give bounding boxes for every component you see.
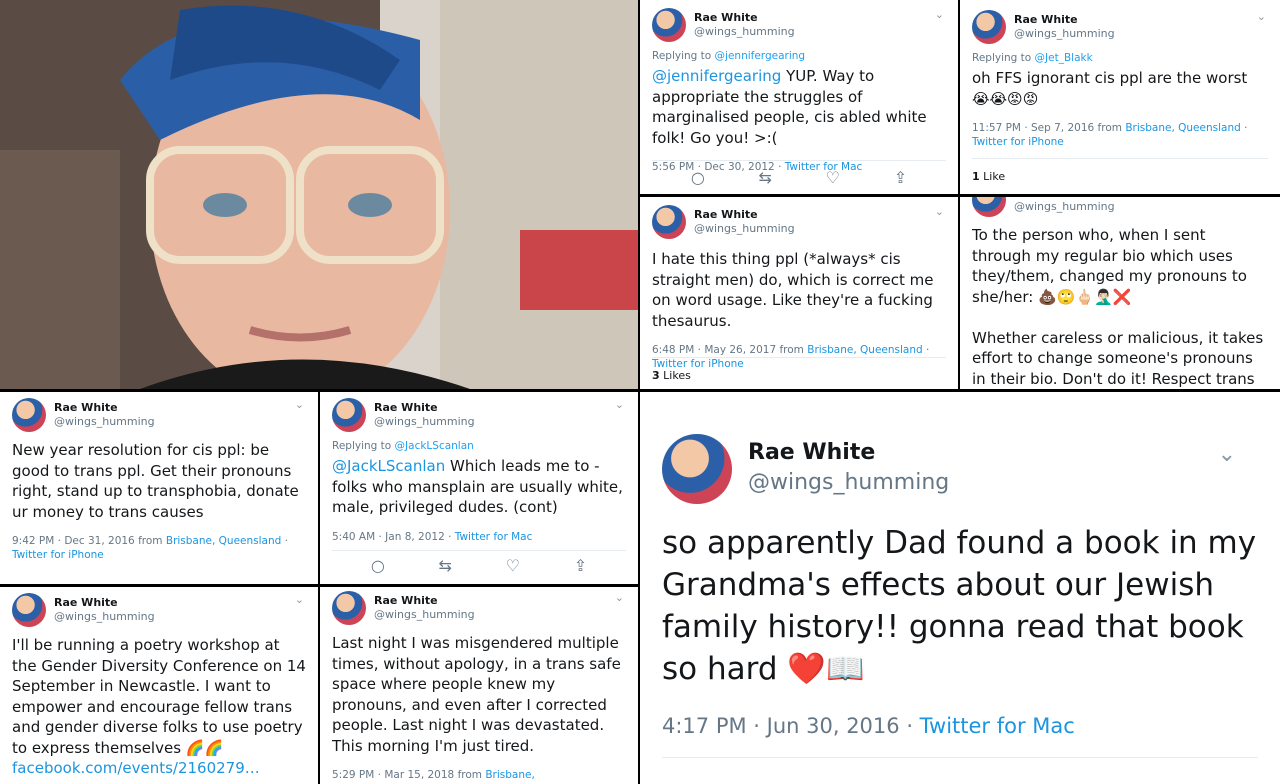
chevron-down-icon[interactable]: ⌄ [295, 593, 304, 606]
like-count[interactable]: 3 Likes [652, 369, 691, 382]
chevron-down-icon[interactable]: ⌄ [935, 8, 944, 21]
user-name[interactable]: Rae White [694, 208, 795, 222]
avatar[interactable] [652, 205, 686, 239]
mention-link[interactable]: @JackLScanlan [332, 457, 445, 475]
tweet-meta: 5:40 AM · Jan 8, 2012 · Twitter for Mac [332, 530, 533, 543]
heart-icon[interactable]: ♡ [826, 168, 840, 187]
chevron-down-icon[interactable]: ⌄ [1218, 442, 1236, 467]
reply-context: Replying to @Jet_Blakk [972, 52, 1093, 64]
avatar[interactable] [662, 434, 732, 504]
tweet-text: New year resolution for cis ppl: be good… [12, 441, 304, 521]
tweet-card-5: Rae White @wings_humming ⌄ New year reso… [0, 392, 318, 584]
tweet-text: I hate this thing ppl (*always* cis stra… [652, 250, 939, 330]
avatar[interactable] [972, 10, 1006, 44]
divider [652, 357, 946, 358]
selfie-image [0, 0, 638, 389]
client-link[interactable]: Twitter for Mac [920, 714, 1075, 738]
retweet-icon[interactable]: ⇆ [759, 168, 772, 187]
user-name[interactable]: Rae White [694, 11, 795, 25]
profile-photo [0, 0, 638, 389]
chevron-down-icon[interactable]: ⌄ [1257, 10, 1266, 23]
user-handle[interactable]: @wings_humming [1014, 27, 1115, 41]
divider [332, 550, 626, 551]
reply-context: Replying to @jennifergearing [652, 50, 806, 62]
like-count[interactable]: 1 Like [972, 170, 1005, 183]
event-link[interactable]: facebook.com/events/2160279… [12, 759, 260, 777]
divider [652, 160, 946, 161]
reply-context: Replying to @JackLScanlan [332, 440, 474, 452]
reply-to-link[interactable]: @jennifergearing [715, 50, 806, 62]
tweet-meta: 5:29 PM · Mar 15, 2018 from Brisbane, [332, 769, 535, 781]
tweet-card-featured: Rae White @wings_humming ⌄ so apparently… [640, 392, 1280, 784]
avatar[interactable] [652, 8, 686, 42]
tweet-card-4: Rae White @wings_humming ⌄ To the person… [960, 197, 1280, 389]
avatar[interactable] [12, 593, 46, 627]
user-name[interactable]: Rae White [748, 438, 949, 468]
share-icon[interactable]: ⇪ [894, 168, 907, 187]
tweet-text: I'll be running a poetry workshop at the… [12, 636, 311, 777]
tweet-meta: 9:42 PM · Dec 31, 2016 from Brisbane, Qu… [12, 535, 288, 561]
user-handle[interactable]: @wings_humming [374, 415, 475, 429]
tweet-meta: 4:17 PM · Jun 30, 2016 · Twitter for Mac [662, 714, 1075, 738]
avatar[interactable] [332, 591, 366, 625]
location-link[interactable]: Brisbane, Queensland [166, 535, 281, 547]
avatar[interactable] [332, 398, 366, 432]
reply-to-link[interactable]: @Jet_Blakk [1035, 52, 1093, 64]
chevron-down-icon[interactable]: ⌄ [935, 205, 944, 218]
chevron-down-icon[interactable]: ⌄ [615, 591, 624, 604]
user-handle[interactable]: @wings_humming [374, 608, 475, 622]
user-handle[interactable]: @wings_humming [694, 222, 795, 236]
user-name[interactable]: Rae White [54, 596, 155, 610]
user-name[interactable]: Rae White [374, 401, 475, 415]
location-link[interactable]: Brisbane, [485, 769, 534, 781]
tweet-text: To the person who, when I sent through m… [972, 226, 1264, 388]
tweet-text: oh FFS ignorant cis ppl are the worst 😭😭… [972, 69, 1253, 108]
tweet-text: @jennifergearing YUP. Way to appropriate… [652, 67, 932, 147]
tweet-text: Last night I was misgendered multiple ti… [332, 634, 626, 755]
user-handle[interactable]: @wings_humming [694, 25, 795, 39]
reply-icon[interactable]: ○ [371, 556, 385, 575]
user-handle[interactable]: @wings_humming [1014, 200, 1115, 214]
tweet-card-8: Rae White @wings_humming ⌄ Last night I … [320, 587, 638, 784]
tweet-text: @JackLScanlan Which leads me to - folks … [332, 457, 628, 516]
divider [972, 158, 1268, 159]
tweet-card-1: Rae White @wings_humming ⌄ Replying to @… [640, 0, 958, 194]
user-name[interactable]: Rae White [54, 401, 155, 415]
client-link[interactable]: Twitter for iPhone [972, 136, 1064, 148]
user-name[interactable]: Rae White [374, 594, 475, 608]
client-link[interactable]: Twitter for iPhone [12, 549, 104, 561]
location-link[interactable]: Brisbane, Queensland [807, 344, 922, 356]
reply-icon[interactable]: ○ [691, 168, 705, 187]
location-link[interactable]: Brisbane, Queensland [1125, 122, 1240, 134]
client-link[interactable]: Twitter for Mac [455, 531, 533, 543]
mention-link[interactable]: @jennifergearing [652, 67, 781, 85]
user-handle[interactable]: @wings_humming [54, 610, 155, 624]
reply-to-link[interactable]: @JackLScanlan [395, 440, 474, 452]
chevron-down-icon[interactable]: ⌄ [615, 398, 624, 411]
user-name[interactable]: Rae White [1014, 13, 1115, 27]
avatar[interactable] [972, 197, 1006, 217]
tweet-card-3: Rae White @wings_humming ⌄ I hate this t… [640, 197, 958, 389]
tweet-card-7: Rae White @wings_humming ⌄ I'll be runni… [0, 587, 318, 784]
tweet-meta: 11:57 PM · Sep 7, 2016 from Brisbane, Qu… [972, 122, 1248, 148]
user-handle[interactable]: @wings_humming [748, 468, 949, 498]
share-icon[interactable]: ⇪ [574, 556, 587, 575]
retweet-icon[interactable]: ⇆ [439, 556, 452, 575]
tweet-text: so apparently Dad found a book in my Gra… [662, 525, 1266, 687]
chevron-down-icon[interactable]: ⌄ [295, 398, 304, 411]
tweet-card-6: Rae White @wings_humming ⌄ Replying to @… [320, 392, 638, 584]
avatar[interactable] [12, 398, 46, 432]
tweet-card-2: Rae White @wings_humming ⌄ Replying to @… [960, 0, 1280, 194]
user-handle[interactable]: @wings_humming [54, 415, 155, 429]
heart-icon[interactable]: ♡ [506, 556, 520, 575]
divider [662, 757, 1258, 758]
